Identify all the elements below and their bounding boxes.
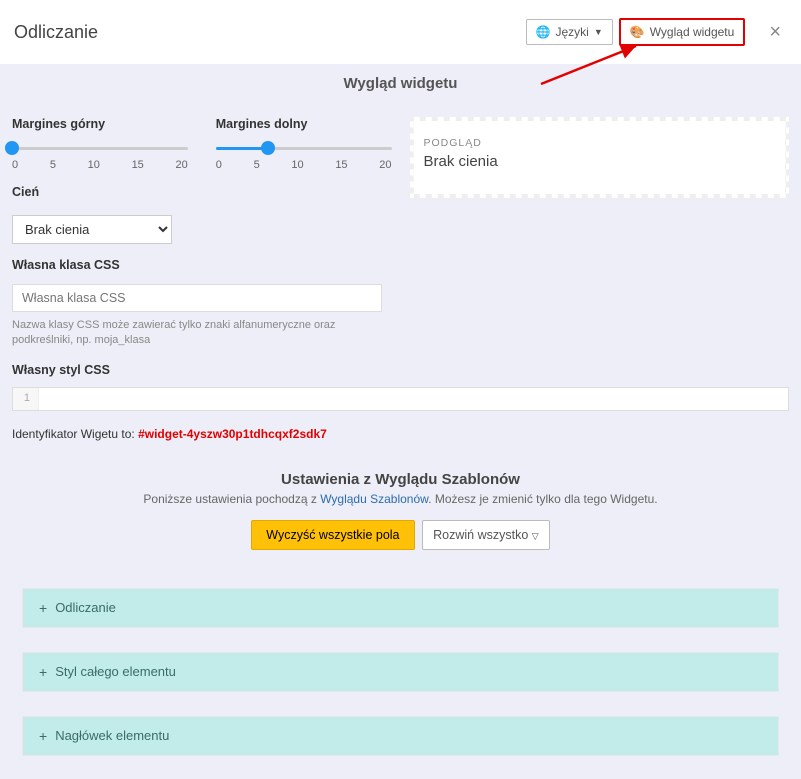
widget-appearance-button-label: Wygląd widgetu (650, 25, 735, 39)
shadow-label: Cień (12, 185, 392, 199)
tick: 10 (291, 159, 303, 171)
accordion-item-styl-calego[interactable]: + Styl całego elementu (23, 653, 778, 691)
dialog-header: Odliczanie 🌐 Języki ▼ 🎨 Wygląd widgetu × (0, 0, 801, 64)
section-title: Wygląd widgetu (0, 64, 801, 103)
css-style-label: Własny styl CSS (12, 363, 789, 377)
expand-all-label: Rozwiń wszystko (433, 528, 528, 542)
chevron-down-icon: ▽ (532, 531, 539, 541)
languages-button[interactable]: 🌐 Języki ▼ (526, 19, 613, 45)
tick: 5 (254, 159, 260, 171)
plus-icon: + (39, 600, 47, 616)
expand-all-button[interactable]: Rozwiń wszystko ▽ (422, 520, 550, 550)
plus-icon: + (39, 664, 47, 680)
shadow-select[interactable]: Brak cienia (12, 215, 172, 244)
tick: 5 (50, 159, 56, 171)
tick: 20 (176, 159, 188, 171)
header-actions: 🌐 Języki ▼ 🎨 Wygląd widgetu × (526, 18, 787, 46)
tick: 15 (132, 159, 144, 171)
identifier-value: #widget-4yszw30p1tdhcqxf2sdk7 (138, 427, 327, 441)
template-sub-prefix: Poniższe ustawienia pochodzą z (143, 492, 320, 506)
margin-bottom-label: Margines dolny (216, 117, 392, 131)
css-class-input[interactable] (12, 284, 382, 312)
margin-top-slider[interactable]: 0 5 10 15 20 (12, 141, 188, 171)
accordion-list: + Odliczanie + Styl całego elementu + Nagłó… (0, 560, 801, 779)
tick: 15 (335, 159, 347, 171)
languages-button-label: Języki (555, 25, 588, 39)
widget-identifier: Identyfikator Wigetu to: #widget-4yszw30… (12, 427, 789, 441)
page-title: Odliczanie (14, 22, 98, 43)
accordion-label: Styl całego elementu (55, 664, 176, 679)
globe-icon: 🌐 (536, 25, 551, 39)
accordion-label: Odliczanie (55, 600, 116, 615)
clear-all-fields-button[interactable]: Wyczyść wszystkie pola (251, 520, 414, 550)
css-class-hint: Nazwa klasy CSS może zawierać tylko znak… (12, 318, 392, 349)
margin-bottom-slider[interactable]: 0 5 10 15 20 (216, 141, 392, 171)
accordion-item-naglowek[interactable]: + Nagłówek elementu (23, 717, 778, 755)
tick: 10 (88, 159, 100, 171)
template-settings-title: Ustawienia z Wyglądu Szablonów (12, 471, 789, 488)
tick: 0 (12, 159, 18, 171)
preview-container: PODGLĄD Brak cienia (410, 117, 790, 198)
css-class-label: Własna klasa CSS (12, 258, 392, 272)
code-line-number: 1 (13, 388, 39, 410)
identifier-prefix: Identyfikator Wigetu to: (12, 427, 138, 441)
tick: 20 (379, 159, 391, 171)
widget-appearance-button[interactable]: 🎨 Wygląd widgetu (619, 18, 746, 46)
accordion-label: Nagłówek elementu (55, 728, 169, 743)
palette-icon: 🎨 (630, 25, 645, 39)
margin-top-label: Margines górny (12, 117, 188, 131)
template-sub-suffix: . Możesz je zmienić tylko dla tego Widge… (428, 492, 657, 506)
chevron-down-icon: ▼ (594, 27, 603, 37)
preview-label: PODGLĄD (424, 137, 776, 149)
template-appearance-link[interactable]: Wyglądu Szablonów (320, 492, 428, 506)
preview-text: Brak cienia (424, 153, 776, 170)
plus-icon: + (39, 728, 47, 744)
content-scroll[interactable]: Wygląd widgetu Margines górny (0, 64, 801, 779)
tick: 0 (216, 159, 222, 171)
close-icon[interactable]: × (763, 21, 787, 44)
css-style-editor[interactable]: 1 (12, 387, 789, 411)
template-settings-subtitle: Poniższe ustawienia pochodzą z Wyglądu S… (12, 492, 789, 506)
accordion-item-odliczanie[interactable]: + Odliczanie (23, 589, 778, 627)
